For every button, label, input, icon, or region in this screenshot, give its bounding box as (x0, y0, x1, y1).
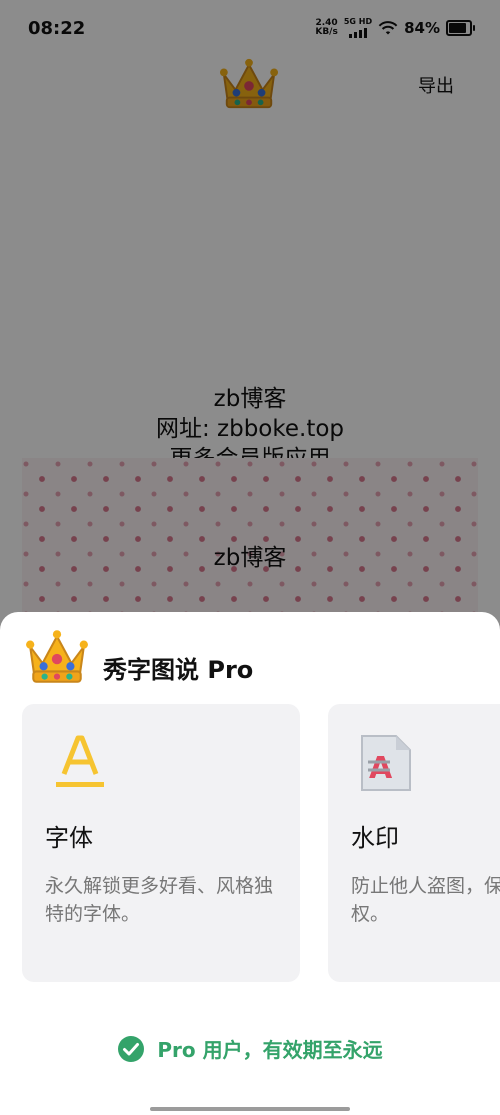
sheet-title: 秀字图说 Pro (103, 656, 254, 684)
check-circle-icon (118, 1035, 145, 1062)
feature-description: 永久解锁更多好看、风格独特的字体。 (45, 875, 274, 925)
feature-name: 水印 (351, 824, 399, 852)
crown-icon (26, 630, 88, 683)
feature-card-font[interactable]: 字体 永久解锁更多好看、风格独特的字体。 (22, 704, 300, 982)
pro-status-text: Pro 用户，有效期至永远 (157, 1038, 383, 1062)
pro-bottom-sheet: 秀字图说 Pro 字体 永久解锁更多好看、风格独特的字体。 A 水印 防止他人盗… (0, 612, 500, 1115)
feature-carousel[interactable]: 字体 永久解锁更多好看、风格独特的字体。 A 水印 防止他人盗图，保护原创版权。 (22, 704, 500, 982)
font-a-icon (56, 735, 104, 787)
home-indicator[interactable] (150, 1107, 350, 1111)
pro-status-row: Pro 用户，有效期至永远 (0, 1034, 500, 1063)
feature-card-watermark[interactable]: A 水印 防止他人盗图，保护原创版权。 (328, 704, 500, 982)
watermark-icon: A (361, 735, 411, 791)
feature-description: 防止他人盗图，保护原创版权。 (351, 875, 500, 925)
feature-name: 字体 (45, 824, 93, 852)
